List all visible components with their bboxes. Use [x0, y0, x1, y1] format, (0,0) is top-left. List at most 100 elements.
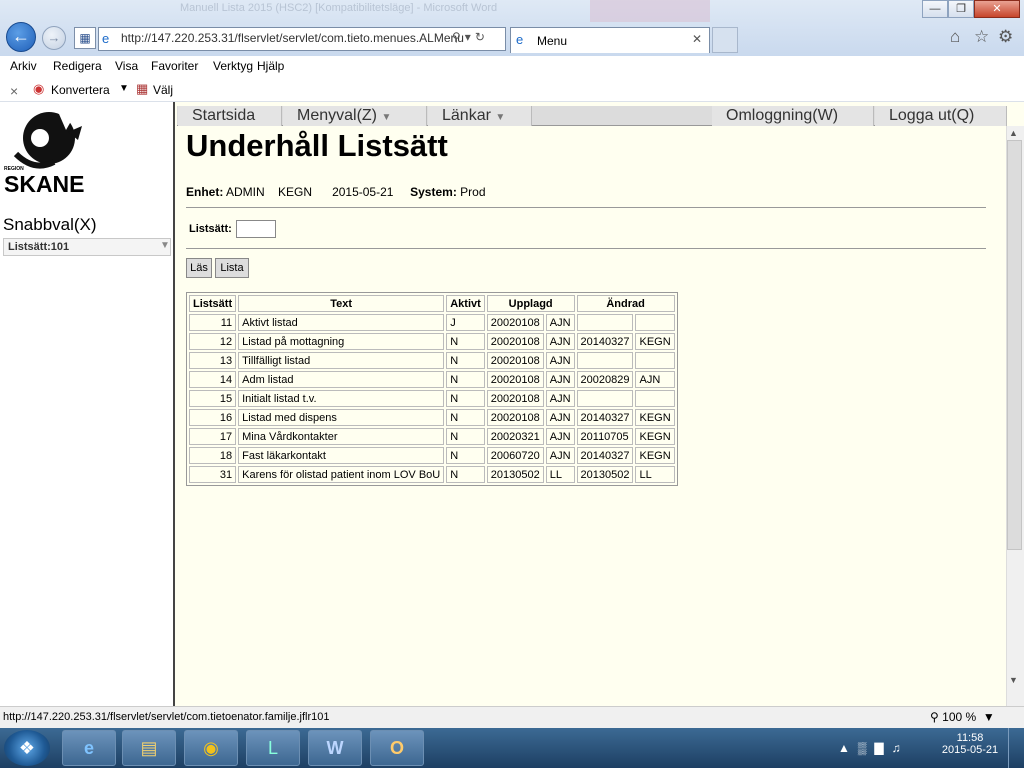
cell-aktivt: N	[446, 447, 485, 464]
snabbval-select[interactable]: Listsätt:101	[3, 238, 171, 256]
menu-arkiv[interactable]: Arkiv	[10, 59, 37, 73]
table-row: 11 Aktivt listad J 20020108 AJN	[189, 314, 675, 331]
menu-redigera[interactable]: Redigera	[53, 59, 102, 73]
forward-button[interactable]: →	[42, 26, 66, 50]
dropdown-icon[interactable]: ▾	[465, 30, 475, 44]
back-button[interactable]: ←	[6, 22, 36, 52]
signal-icon[interactable]: ▇	[874, 741, 891, 755]
scroll-up-icon[interactable]: ▲	[1009, 128, 1018, 138]
windows-icon: ❖	[18, 738, 36, 758]
close-toolbar-icon[interactable]: ×	[10, 83, 18, 99]
cell-id: 11	[189, 314, 237, 331]
home-icon[interactable]: ⌂	[950, 27, 960, 47]
cell-upp-date: 20020108	[486, 390, 544, 407]
cell-id: 12	[189, 333, 237, 350]
volume-mute-icon[interactable]: ♫	[892, 741, 909, 755]
cell-aktivt: N	[446, 390, 485, 407]
cell-upp-date: 20020108	[486, 314, 544, 331]
las-button[interactable]: Läs	[186, 258, 212, 278]
cell-upp-user: AJN	[545, 333, 575, 350]
cell-id: 31	[189, 466, 237, 483]
listsatt-input[interactable]	[236, 220, 276, 238]
konvertera-button[interactable]: Konvertera	[51, 83, 110, 97]
start-button[interactable]: ❖	[4, 730, 50, 766]
address-tools[interactable]: ⚲▾↻	[452, 30, 489, 44]
nav-omloggning-label: Omloggning(W)	[726, 107, 839, 124]
snabbval-selected: Listsätt:101	[8, 241, 70, 253]
menu-hjalp[interactable]: Hjälp	[257, 59, 284, 73]
compatibility-view-button[interactable]: ▦	[74, 27, 96, 49]
scroll-down-icon[interactable]: ▼	[1009, 675, 1018, 685]
tab-menu[interactable]: Menu	[510, 27, 710, 53]
taskbar-word[interactable]: W	[308, 730, 362, 766]
snabbval-label: Snabbval(X)	[3, 215, 97, 234]
listsatt-table: Listsätt Text Aktivt Upplagd Ändrad 11 Ak…	[186, 292, 678, 486]
new-tab-button[interactable]	[712, 27, 738, 53]
cell-id: 16	[189, 409, 237, 426]
divider	[186, 207, 986, 208]
search-icon[interactable]: ⚲	[452, 30, 465, 44]
menu-favoriter[interactable]: Favoriter	[151, 59, 198, 73]
nav-menyval[interactable]: Menyval(Z) ▼	[283, 106, 427, 126]
zoom-level: 100 %	[942, 710, 977, 724]
taskbar-ie[interactable]: e	[62, 730, 116, 766]
menu-verktyg[interactable]: Verktyg	[213, 59, 253, 73]
cell-and-user	[635, 352, 675, 369]
show-desktop-button[interactable]	[1008, 728, 1024, 768]
nav-menyval-label: Menyval(Z)	[297, 107, 378, 124]
table-row: 12 Listad på mottagning N 20020108 AJN 201403…	[189, 333, 675, 350]
tray-arrow-icon[interactable]: ▲	[838, 741, 858, 755]
nav-omloggning[interactable]: Omloggning(W)	[712, 106, 874, 126]
nav-startsida[interactable]: Startsida	[178, 106, 282, 126]
table-row: 16 Listad med dispens N 20020108 AJN 20140327…	[189, 409, 675, 426]
cell-upp-user: AJN	[545, 371, 575, 388]
taskbar-lync[interactable]: L	[246, 730, 300, 766]
cell-and-user: KEGN	[635, 447, 675, 464]
cell-and-date: 20020829	[576, 371, 634, 388]
minimize-button[interactable]: —	[922, 0, 948, 18]
address-bar[interactable]: http://147.220.253.31/flservlet/servlet/…	[98, 27, 506, 51]
cell-upp-user: AJN	[545, 390, 575, 407]
cell-text: Listad på mottagning	[238, 333, 445, 350]
nav-lankar-label: Länkar	[442, 107, 491, 124]
col-andrad: Ändrad	[576, 295, 675, 312]
cell-and-date: 20140327	[576, 447, 634, 464]
user-value: KEGN	[278, 185, 313, 199]
network-icon[interactable]: ▒	[858, 741, 875, 755]
konvertera-dropdown-icon[interactable]: ▼	[119, 83, 129, 94]
tab-label: Menu	[537, 34, 568, 48]
taskbar-clock[interactable]: 11:58 2015-05-21	[938, 732, 1002, 756]
taskbar-explorer[interactable]: ▤	[122, 730, 176, 766]
cell-upp-user: AJN	[545, 352, 575, 369]
cell-upp-user: AJN	[545, 409, 575, 426]
maximize-button[interactable]: ❐	[948, 0, 974, 18]
cell-upp-user: AJN	[545, 314, 575, 331]
nav-lankar[interactable]: Länkar ▼	[428, 106, 532, 126]
valj-button[interactable]: Välj	[153, 83, 173, 97]
cell-upp-date: 20020108	[486, 409, 544, 426]
cell-and-user	[635, 390, 675, 407]
cell-id: 18	[189, 447, 237, 464]
chevron-down-icon[interactable]: ▼	[160, 240, 170, 251]
taskbar-outlook[interactable]: O	[370, 730, 424, 766]
taskbar-chrome[interactable]: ◉	[184, 730, 238, 766]
tab-close-icon[interactable]: ✕	[692, 32, 702, 46]
cell-id: 17	[189, 428, 237, 445]
system-tray[interactable]: ▲▒▇♫	[838, 741, 909, 755]
scrollbar-thumb[interactable]	[1007, 140, 1022, 550]
region-skane-logo: REGION SKANE	[4, 112, 85, 196]
refresh-icon[interactable]: ↻	[475, 30, 489, 44]
cell-upp-user: AJN	[545, 428, 575, 445]
clock-date: 2015-05-21	[941, 744, 999, 756]
nav-logga-ut[interactable]: Logga ut(Q)	[875, 106, 1007, 126]
cell-id: 14	[189, 371, 237, 388]
favorites-star-icon[interactable]: ☆	[974, 27, 989, 47]
col-aktivt: Aktivt	[446, 295, 485, 312]
address-text: http://147.220.253.31/flservlet/servlet/…	[121, 31, 464, 45]
system-value: Prod	[460, 185, 486, 199]
menu-visa[interactable]: Visa	[115, 59, 138, 73]
zoom-control[interactable]: ⚲ 100 % ▼	[930, 710, 995, 724]
close-button[interactable]: ✕	[974, 0, 1020, 18]
gear-icon[interactable]: ⚙	[998, 27, 1013, 47]
lista-button[interactable]: Lista	[215, 258, 249, 278]
